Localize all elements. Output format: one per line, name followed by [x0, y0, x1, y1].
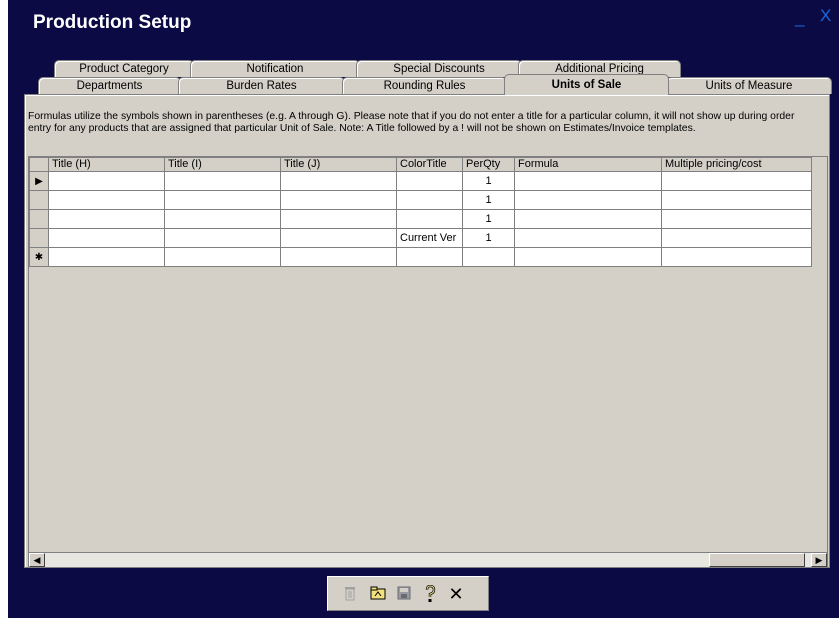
- table-cell[interactable]: [280, 247, 397, 267]
- horizontal-scrollbar[interactable]: ◀ ▶: [28, 552, 828, 568]
- trash-icon[interactable]: [340, 585, 360, 605]
- tab-units-of-sale[interactable]: Units of Sale: [504, 74, 669, 95]
- table-header-row: Title (H) Title (I) Title (J) ColorTitle…: [29, 157, 812, 172]
- table-cell[interactable]: [514, 228, 662, 248]
- row-selector-header: [29, 157, 49, 172]
- table-cell[interactable]: [661, 190, 812, 210]
- row-selector[interactable]: [29, 190, 49, 210]
- table-cell[interactable]: [48, 209, 165, 229]
- table-cell[interactable]: [280, 209, 397, 229]
- table-cell[interactable]: [514, 190, 662, 210]
- table-cell[interactable]: [164, 171, 281, 191]
- window-title: Production Setup: [33, 12, 192, 33]
- table-cell[interactable]: [661, 247, 812, 267]
- table-cell[interactable]: [514, 209, 662, 229]
- close-window-button[interactable]: X: [820, 6, 831, 26]
- table-cell[interactable]: [48, 247, 165, 267]
- current-row-indicator[interactable]: ▶: [29, 171, 49, 191]
- table-cell[interactable]: [48, 171, 165, 191]
- table-cell[interactable]: [164, 190, 281, 210]
- tab-rounding-rules[interactable]: Rounding Rules: [342, 77, 507, 94]
- column-header[interactable]: Formula: [514, 157, 662, 172]
- table-cell[interactable]: [514, 247, 662, 267]
- tab-departments[interactable]: Departments: [38, 77, 181, 94]
- tab-product-category[interactable]: Product Category: [54, 60, 194, 77]
- table-cell[interactable]: [164, 247, 281, 267]
- units-of-sale-panel: Formulas utilize the symbols shown in pa…: [24, 94, 830, 568]
- table-row[interactable]: 1: [29, 190, 812, 210]
- table-cell[interactable]: [280, 228, 397, 248]
- units-grid: Title (H) Title (I) Title (J) ColorTitle…: [28, 156, 828, 554]
- new-row-indicator[interactable]: ✱: [29, 247, 49, 267]
- column-header[interactable]: Title (H): [48, 157, 165, 172]
- table-cell[interactable]: 1: [462, 171, 515, 191]
- scroll-right-button[interactable]: ▶: [811, 553, 827, 567]
- column-header[interactable]: Title (I): [164, 157, 281, 172]
- close-icon[interactable]: ✕: [446, 585, 466, 605]
- table-cell[interactable]: [164, 228, 281, 248]
- column-header[interactable]: Multiple pricing/cost: [661, 157, 812, 172]
- tab-burden-rates[interactable]: Burden Rates: [178, 77, 345, 94]
- table-cell[interactable]: Current Ver: [396, 228, 463, 248]
- table-cell[interactable]: [514, 171, 662, 191]
- table-cell[interactable]: [280, 171, 397, 191]
- row-selector[interactable]: [29, 228, 49, 248]
- table-cell[interactable]: [280, 190, 397, 210]
- table-cell[interactable]: 1: [462, 228, 515, 248]
- table-cell[interactable]: 1: [462, 190, 515, 210]
- folder-icon[interactable]: [368, 585, 388, 605]
- table-cell[interactable]: [661, 171, 812, 191]
- table-cell[interactable]: [48, 190, 165, 210]
- table-cell[interactable]: [164, 209, 281, 229]
- tab-units-of-measure[interactable]: Units of Measure: [666, 77, 832, 94]
- column-header[interactable]: ColorTitle: [396, 157, 463, 172]
- table-cell[interactable]: [48, 228, 165, 248]
- table-cell[interactable]: [661, 228, 812, 248]
- tab-notification[interactable]: Notification: [190, 60, 360, 77]
- row-selector[interactable]: [29, 209, 49, 229]
- disk-icon[interactable]: [394, 585, 414, 605]
- scroll-thumb[interactable]: [709, 553, 805, 567]
- bottom-toolbar: ✕: [327, 576, 489, 611]
- minimize-button[interactable]: _: [795, 8, 804, 28]
- new-row[interactable]: ✱: [29, 247, 812, 267]
- table-cell[interactable]: 1: [462, 209, 515, 229]
- app-window: Production Setup _ X Product Category No…: [8, 0, 839, 618]
- table-cell[interactable]: [396, 247, 463, 267]
- table-cell[interactable]: [396, 171, 463, 191]
- table-cell[interactable]: [462, 247, 515, 267]
- units-table: Title (H) Title (I) Title (J) ColorTitle…: [29, 157, 812, 267]
- table-cell[interactable]: [661, 209, 812, 229]
- table-cell[interactable]: [396, 209, 463, 229]
- column-header[interactable]: PerQty: [462, 157, 515, 172]
- table-row[interactable]: ▶ 1: [29, 171, 812, 191]
- scroll-left-button[interactable]: ◀: [29, 553, 45, 567]
- tab-special-discounts[interactable]: Special Discounts: [356, 60, 522, 77]
- table-row[interactable]: 1: [29, 209, 812, 229]
- table-row[interactable]: Current Ver 1: [29, 228, 812, 248]
- table-cell[interactable]: [396, 190, 463, 210]
- info-text: Formulas utilize the symbols shown in pa…: [28, 111, 795, 134]
- column-header[interactable]: Title (J): [280, 157, 397, 172]
- help-icon[interactable]: [420, 584, 440, 605]
